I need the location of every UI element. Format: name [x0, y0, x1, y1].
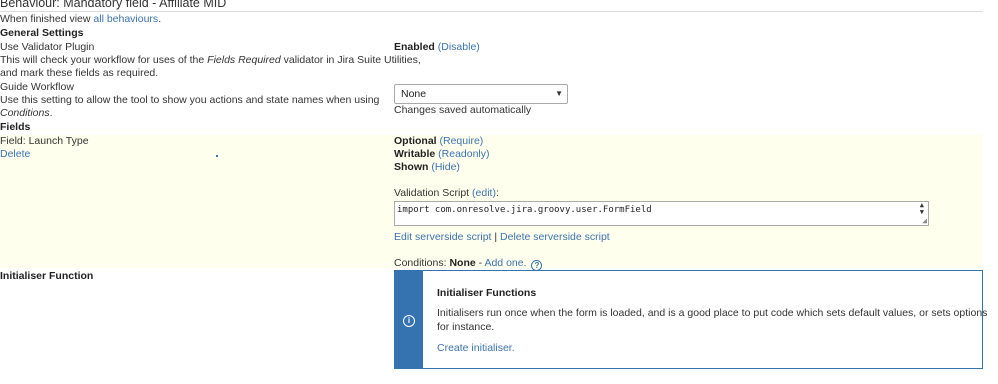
validation-script-input[interactable]: import com.onresolve.jira.groovy.user.Fo… [394, 201, 929, 226]
validator-desc-part2: validator in Jira Suite Utilities, [280, 54, 421, 66]
conditions-value: None [449, 257, 476, 269]
info-panel-accent: i [395, 271, 423, 368]
readonly-link[interactable]: (Readonly) [438, 148, 489, 160]
validator-desc-part1: This will check your workflow for uses o… [0, 54, 208, 66]
finished-note: When finished view all behaviours. [0, 13, 161, 26]
field-label: Field: Launch Type [0, 135, 89, 147]
delete-field-link[interactable]: Delete [0, 148, 30, 160]
delete-serverside-link[interactable]: Delete serverside script [500, 231, 610, 243]
finished-prefix: When finished view [0, 13, 94, 25]
initialiser-info-panel: i Initialiser Functions Initialisers run… [394, 270, 987, 369]
shown-text: Shown [394, 161, 429, 173]
guide-workflow-label: Guide Workflow [0, 81, 74, 93]
all-behaviours-link[interactable]: all behaviours [93, 13, 158, 25]
header-divider [0, 11, 983, 12]
guide-desc-suffix: . [49, 107, 53, 119]
validator-description: This will check your workflow for uses o… [0, 54, 421, 67]
serverside-links: Edit serverside script | Delete serversi… [394, 231, 610, 244]
scroll-arrows-icon[interactable]: ▲ ▼ [920, 202, 924, 216]
optional-setting: Optional (Require) [394, 135, 483, 148]
optional-text: Optional [394, 135, 437, 147]
disable-validator-link[interactable]: (Disable) [438, 41, 480, 53]
validator-status: Enabled (Disable) [394, 41, 480, 54]
writable-setting: Writable (Readonly) [394, 148, 490, 161]
create-initialiser-link[interactable]: Create initialiser. [437, 342, 515, 354]
validator-desc-em: Fields Required [207, 54, 281, 66]
validation-colon: : [495, 187, 499, 199]
initialiser-panel-title: Initialiser Functions [437, 287, 537, 299]
guide-workflow-select-value: None [401, 88, 427, 100]
validator-label: Use Validator Plugin [0, 41, 95, 53]
edit-serverside-link[interactable]: Edit serverside script [394, 231, 491, 243]
initialiser-panel-text-line1: Initialisers run once when the form is l… [437, 307, 988, 319]
guide-workflow-select[interactable]: None ▼ [394, 84, 568, 104]
info-icon: i [403, 315, 415, 327]
conditions-line: Conditions: None - Add one. ? [394, 257, 543, 271]
edit-validation-link[interactable]: (edit) [472, 187, 496, 199]
validator-status-text: Enabled [394, 41, 435, 53]
validation-script-code: import com.onresolve.jira.groovy.user.Fo… [397, 205, 652, 215]
resize-grip-icon[interactable]: ◢ [922, 217, 927, 225]
guide-desc-line2: Conditions. [0, 107, 53, 120]
general-settings-heading: General Settings [0, 27, 84, 39]
chevron-down-icon: ▼ [555, 89, 563, 98]
validator-desc-line2: and mark these fields as required. [0, 67, 159, 79]
validation-label-text: Validation Script [394, 187, 473, 199]
initialiser-label: Initialiser Function [0, 270, 94, 282]
guide-desc-em: Conditions [0, 107, 50, 119]
shown-setting: Shown (Hide) [394, 161, 460, 174]
writable-text: Writable [394, 148, 436, 160]
fields-heading: Fields [0, 121, 31, 133]
conditions-label: Conditions: [394, 257, 450, 269]
finished-suffix: . [158, 13, 162, 25]
initialiser-panel-text-line2: for instance. [437, 321, 495, 333]
serverside-separator: | [491, 231, 501, 243]
delete-field-wrapper: Delete [0, 148, 30, 161]
create-initialiser-wrapper: Create initialiser. [437, 342, 515, 355]
decorative-dot [216, 155, 218, 157]
add-condition-link[interactable]: Add one. [484, 257, 526, 269]
page-title: Behaviour: Mandatory field - Affiliate M… [0, 0, 227, 10]
changes-saved-note: Changes saved automatically [394, 104, 532, 116]
validation-script-label: Validation Script (edit): [394, 187, 499, 200]
require-link[interactable]: (Require) [440, 135, 484, 147]
guide-desc-line1: Use this setting to allow the tool to sh… [0, 94, 380, 106]
hide-link[interactable]: (Hide) [431, 161, 460, 173]
